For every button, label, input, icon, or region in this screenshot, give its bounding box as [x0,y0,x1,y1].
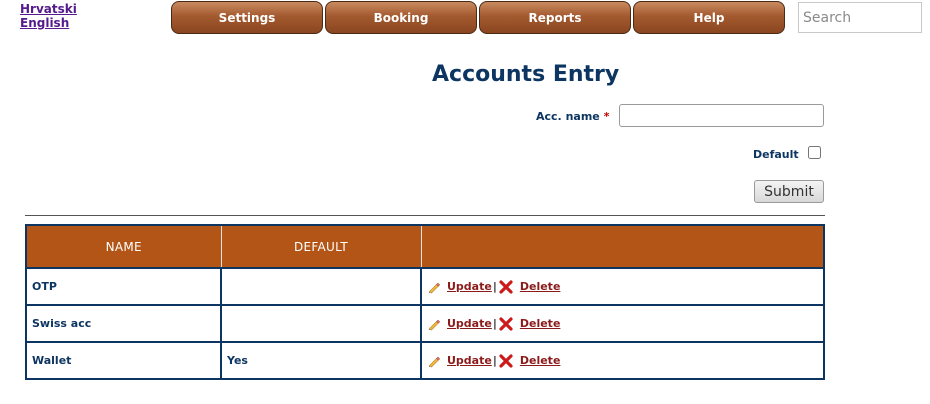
delete-link[interactable]: Delete [520,354,561,367]
table-row: Swiss acc Update | Delete [25,304,825,343]
x-icon[interactable] [498,353,514,369]
cell-name: OTP [25,267,222,306]
cell-default [220,304,422,343]
cell-default [220,267,422,306]
pencil-icon[interactable] [427,280,441,294]
cell-actions: Update | Delete [420,341,825,380]
nav-reports-button[interactable]: Reports [479,1,631,34]
language-switcher: Hrvatski English [20,2,77,30]
table-row: OTP Update | Delete [25,267,825,306]
search-input[interactable] [798,2,922,33]
nav-settings-button[interactable]: Settings [171,1,323,34]
cell-name: Swiss acc [25,304,222,343]
acc-name-input[interactable] [619,104,824,127]
header-default: DEFAULT [220,224,422,269]
cell-actions: Update | Delete [420,304,825,343]
accounts-table: NAME DEFAULT OTP Update | Delete Swiss a… [25,224,825,380]
table-header-row: NAME DEFAULT [25,224,825,269]
page-title: Accounts Entry [432,62,620,87]
table-row: Wallet Yes Update | Delete [25,341,825,380]
acc-name-label: Acc. name * [536,110,610,123]
delete-link[interactable]: Delete [520,280,561,293]
submit-button[interactable]: Submit [754,180,824,203]
x-icon[interactable] [498,316,514,332]
row-actions: Update | Delete [427,316,818,332]
cell-name: Wallet [25,341,222,380]
header-actions [420,224,825,269]
cell-actions: Update | Delete [420,267,825,306]
default-label: Default [753,148,799,161]
row-actions: Update | Delete [427,353,818,369]
x-icon[interactable] [498,279,514,295]
divider [25,215,825,216]
update-link[interactable]: Update [447,280,492,293]
required-mark: * [603,110,610,123]
nav-booking-button[interactable]: Booking [325,1,477,34]
nav-help-button[interactable]: Help [633,1,785,34]
action-separator: | [492,354,497,367]
language-link-hrvatski[interactable]: Hrvatski [20,2,77,16]
delete-link[interactable]: Delete [520,317,561,330]
acc-name-label-text: Acc. name [536,110,600,123]
language-link-english[interactable]: English [20,16,77,30]
cell-default: Yes [220,341,422,380]
update-link[interactable]: Update [447,317,492,330]
action-separator: | [492,317,497,330]
header-name: NAME [25,224,222,269]
pencil-icon[interactable] [427,317,441,331]
row-actions: Update | Delete [427,279,818,295]
update-link[interactable]: Update [447,354,492,367]
default-checkbox[interactable] [808,146,821,159]
pencil-icon[interactable] [427,354,441,368]
main-nav: Settings Booking Reports Help [171,1,787,34]
action-separator: | [492,280,497,293]
